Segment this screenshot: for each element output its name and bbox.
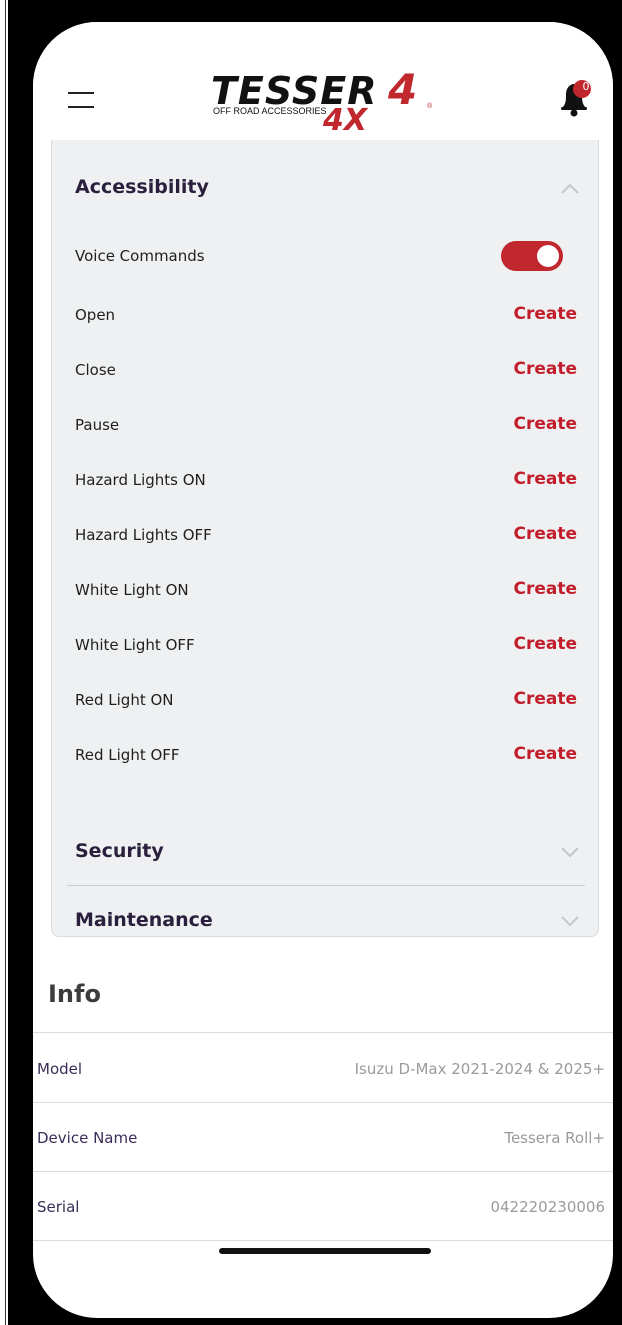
info-divider [33, 1032, 613, 1033]
create-button[interactable]: Create [513, 744, 577, 764]
voice-commands-row: Voice Commands [75, 241, 577, 271]
notification-count: 0 [582, 80, 590, 93]
home-indicator[interactable] [219, 1248, 431, 1254]
chevron-down-icon[interactable] [560, 914, 580, 928]
command-row-red-on: Red Light ON Create [75, 687, 577, 715]
info-divider [33, 1240, 613, 1241]
app-header: TESSER 4 OFF ROAD ACCESSORIES 4X ® 0 [33, 22, 613, 140]
svg-text:®: ® [427, 102, 433, 110]
command-label: Close [75, 361, 116, 379]
create-button[interactable]: Create [513, 579, 577, 599]
info-label-device-name: Device Name [37, 1129, 138, 1147]
command-label: Pause [75, 416, 120, 434]
voice-commands-toggle[interactable] [501, 241, 563, 271]
command-label: White Light OFF [75, 636, 195, 654]
command-label: Hazard Lights ON [75, 471, 206, 489]
command-row-white-off: White Light OFF Create [75, 632, 577, 660]
section-divider [67, 885, 585, 886]
info-value-serial: 042220230006 [490, 1198, 605, 1216]
svg-text:OFF ROAD ACCESSORIES: OFF ROAD ACCESSORIES [213, 106, 327, 116]
info-divider [33, 1171, 613, 1172]
tessera-logo: TESSER 4 OFF ROAD ACCESSORIES 4X ® [211, 65, 433, 134]
notifications-button[interactable]: 0 [558, 78, 592, 118]
command-row-red-off: Red Light OFF Create [75, 742, 577, 770]
create-button[interactable]: Create [513, 469, 577, 489]
settings-accordion: Accessibility Voice Commands Open Create… [51, 140, 599, 937]
create-button[interactable]: Create [513, 304, 577, 324]
chevron-down-icon[interactable] [560, 845, 580, 859]
info-label-model: Model [37, 1060, 83, 1078]
command-row-white-on: White Light ON Create [75, 577, 577, 605]
maintenance-header[interactable]: Maintenance [75, 909, 213, 931]
command-row-pause: Pause Create [75, 412, 577, 440]
toggle-knob [537, 245, 559, 267]
svg-text:4: 4 [387, 65, 417, 114]
create-button[interactable]: Create [513, 359, 577, 379]
create-button[interactable]: Create [513, 524, 577, 544]
accessibility-header[interactable]: Accessibility [75, 176, 209, 198]
phone-frame: TESSER 4 OFF ROAD ACCESSORIES 4X ® 0 Acc… [8, 0, 622, 1325]
command-label: Open [75, 306, 116, 324]
security-header[interactable]: Security [75, 840, 164, 862]
command-label: Red Light ON [75, 691, 174, 709]
info-divider [33, 1102, 613, 1103]
app-screen: TESSER 4 OFF ROAD ACCESSORIES 4X ® 0 Acc… [33, 22, 613, 1318]
create-button[interactable]: Create [513, 689, 577, 709]
command-label: Hazard Lights OFF [75, 526, 212, 544]
create-button[interactable]: Create [513, 634, 577, 654]
command-row-close: Close Create [75, 357, 577, 385]
command-row-hazard-off: Hazard Lights OFF Create [75, 522, 577, 550]
info-label-serial: Serial [37, 1198, 80, 1216]
info-title: Info [48, 980, 101, 1008]
command-row-open: Open Create [75, 302, 577, 330]
info-value-device-name: Tessera Roll+ [504, 1129, 605, 1147]
voice-commands-label: Voice Commands [75, 247, 205, 265]
chevron-up-icon[interactable] [560, 182, 580, 196]
command-label: White Light ON [75, 581, 189, 599]
svg-text:4X: 4X [322, 103, 369, 134]
command-label: Red Light OFF [75, 746, 180, 764]
hamburger-icon[interactable] [68, 92, 94, 110]
info-value-model: Isuzu D-Max 2021-2024 & 2025+ [354, 1060, 605, 1078]
create-button[interactable]: Create [513, 414, 577, 434]
page-edge-line [5, 0, 6, 1325]
command-row-hazard-on: Hazard Lights ON Create [75, 467, 577, 495]
